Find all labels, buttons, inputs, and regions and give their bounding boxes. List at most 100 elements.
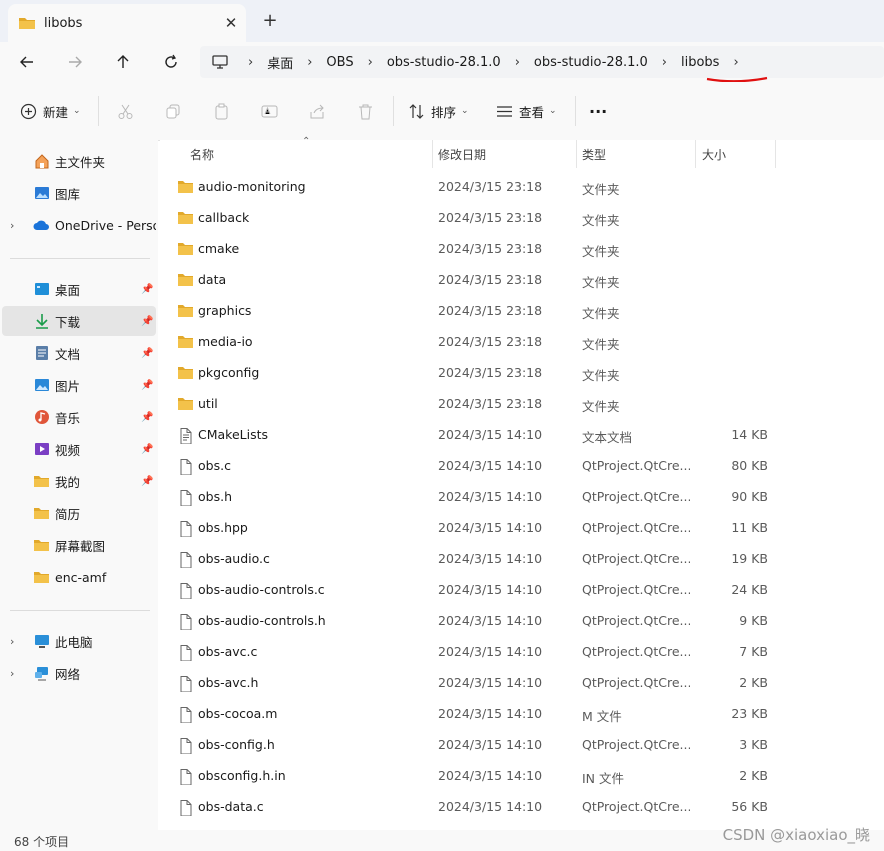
folder-icon	[177, 365, 194, 380]
sidebar-item-desktop[interactable]: 桌面 📌	[2, 274, 156, 304]
file-name: obs.hpp	[198, 520, 248, 535]
breadcrumb-separator[interactable]: ›	[307, 55, 312, 70]
cut-button[interactable]	[117, 99, 134, 123]
sidebar-item-onedrive[interactable]: › OneDrive - Perso	[2, 210, 156, 240]
sidebar-item-screenshots[interactable]: 屏幕截图	[2, 530, 156, 560]
sidebar-item-gallery[interactable]: 图库	[2, 178, 156, 208]
file-row[interactable]: obs-cocoa.m 2024/3/15 14:10 M 文件 23 KB	[160, 698, 884, 729]
file-row[interactable]: data 2024/3/15 23:18 文件夹	[160, 264, 884, 295]
column-divider[interactable]	[432, 140, 433, 168]
close-tab-button[interactable]: ✕	[216, 14, 246, 32]
file-row[interactable]: CMakeLists 2024/3/15 14:10 文本文档 14 KB	[160, 419, 884, 450]
more-options-button[interactable]: ···	[589, 99, 607, 123]
breadcrumb-separator[interactable]: ›	[368, 55, 373, 70]
file-name: obs-audio-controls.h	[198, 613, 326, 628]
column-divider[interactable]	[775, 140, 776, 168]
back-button[interactable]	[14, 50, 40, 74]
file-row[interactable]: obsconfig.h.in 2024/3/15 14:10 IN 文件 2 KB	[160, 760, 884, 791]
file-row[interactable]: obs-audio.c 2024/3/15 14:10 QtProject.QtCr…	[160, 543, 884, 574]
file-row[interactable]: obs-avc.h 2024/3/15 14:10 QtProject.QtCre.…	[160, 667, 884, 698]
sidebar-item-videos[interactable]: 视频 📌	[2, 434, 156, 464]
sort-button[interactable]: 排序 ⌄	[408, 99, 469, 123]
breadcrumb-obs-studio[interactable]: obs-studio-28.1.0	[387, 55, 501, 70]
file-row[interactable]: obs-audio-controls.h 2024/3/15 14:10 QtPro…	[160, 605, 884, 636]
file-date: 2024/3/15 14:10	[438, 582, 543, 597]
breadcrumb-separator[interactable]: ›	[515, 55, 520, 70]
paste-button[interactable]	[213, 99, 230, 123]
chevron-right-icon[interactable]: ›	[10, 635, 14, 648]
sidebar-item-music[interactable]: 音乐 📌	[2, 402, 156, 432]
file-icon	[177, 458, 194, 476]
chevron-right-icon[interactable]: ›	[10, 219, 14, 232]
breadcrumb-separator[interactable]: ›	[248, 55, 253, 70]
folder-icon	[177, 396, 194, 411]
address-bar[interactable]: › 桌面 › OBS › obs-studio-28.1.0 › obs-stu…	[200, 46, 884, 78]
forward-button[interactable]	[62, 50, 88, 74]
toolbar-divider	[393, 96, 394, 126]
file-date: 2024/3/15 23:18	[438, 210, 543, 225]
file-date: 2024/3/15 23:18	[438, 365, 543, 380]
file-date: 2024/3/15 14:10	[438, 551, 543, 566]
breadcrumb-separator[interactable]: ›	[733, 55, 738, 70]
file-type: QtProject.QtCre...	[582, 551, 690, 566]
breadcrumb-obs-studio-inner[interactable]: obs-studio-28.1.0	[534, 55, 648, 70]
file-row[interactable]: obs-audio-controls.c 2024/3/15 14:10 QtPro…	[160, 574, 884, 605]
sidebar-item-pictures[interactable]: 图片 📌	[2, 370, 156, 400]
column-size[interactable]: 大小	[702, 146, 726, 163]
file-row[interactable]: obs-avc.c 2024/3/15 14:10 QtProject.QtCre.…	[160, 636, 884, 667]
sidebar-item-mine[interactable]: 我的 📌	[2, 466, 156, 496]
sidebar-item-home[interactable]: 主文件夹	[2, 146, 156, 176]
new-tab-button[interactable]: +	[256, 8, 284, 34]
file-name: callback	[198, 210, 250, 225]
file-row[interactable]: graphics 2024/3/15 23:18 文件夹	[160, 295, 884, 326]
column-divider[interactable]	[695, 140, 696, 168]
file-row[interactable]: obs.c 2024/3/15 14:10 QtProject.QtCre... 80…	[160, 450, 884, 481]
column-name[interactable]: 名称	[190, 146, 214, 163]
rename-button[interactable]	[261, 99, 278, 123]
file-row[interactable]: audio-monitoring 2024/3/15 23:18 文件夹	[160, 171, 884, 202]
file-name: obs.h	[198, 489, 232, 504]
tab-libobs[interactable]: libobs ✕	[8, 4, 246, 42]
download-icon	[33, 313, 50, 330]
file-row[interactable]: cmake 2024/3/15 23:18 文件夹	[160, 233, 884, 264]
sidebar-item-enc-amf[interactable]: enc-amf	[2, 562, 156, 592]
column-divider[interactable]	[576, 140, 577, 168]
sidebar-item-network[interactable]: › 网络	[2, 658, 156, 688]
file-row[interactable]: util 2024/3/15 23:18 文件夹	[160, 388, 884, 419]
computer-icon[interactable]	[212, 55, 234, 69]
folder-icon	[33, 537, 50, 554]
breadcrumb-desktop[interactable]: 桌面	[267, 53, 293, 72]
file-date: 2024/3/15 23:18	[438, 303, 543, 318]
sidebar-item-resume[interactable]: 简历	[2, 498, 156, 528]
file-row[interactable]: obs-config.h 2024/3/15 14:10 QtProject.QtC…	[160, 729, 884, 760]
sidebar-item-downloads[interactable]: 下载 📌	[2, 306, 156, 336]
refresh-button[interactable]	[158, 50, 184, 74]
file-row[interactable]: obs.h 2024/3/15 14:10 QtProject.QtCre... 90…	[160, 481, 884, 512]
file-row[interactable]: media-io 2024/3/15 23:18 文件夹	[160, 326, 884, 357]
file-row[interactable]: obs.hpp 2024/3/15 14:10 QtProject.QtCre...…	[160, 512, 884, 543]
refresh-icon	[165, 54, 177, 68]
file-name: obs-config.h	[198, 737, 275, 752]
column-type[interactable]: 类型	[582, 146, 606, 163]
share-button[interactable]	[309, 99, 326, 123]
up-button[interactable]	[110, 50, 136, 74]
breadcrumb-obs[interactable]: OBS	[326, 55, 353, 70]
delete-button[interactable]	[357, 99, 374, 123]
sort-label: 排序	[431, 104, 457, 120]
breadcrumb-libobs[interactable]: libobs	[681, 55, 719, 70]
view-button[interactable]: 查看 ⌄	[496, 99, 557, 123]
sidebar-item-this-pc[interactable]: › 此电脑	[2, 626, 156, 656]
sidebar-item-documents[interactable]: 文档 📌	[2, 338, 156, 368]
chevron-right-icon[interactable]: ›	[10, 667, 14, 680]
new-button[interactable]: 新建 ⌄	[20, 99, 81, 123]
file-row[interactable]: callback 2024/3/15 23:18 文件夹	[160, 202, 884, 233]
copy-button[interactable]	[165, 99, 182, 123]
breadcrumb-separator[interactable]: ›	[662, 55, 667, 70]
file-date: 2024/3/15 23:18	[438, 179, 543, 194]
file-size: 3 KB	[739, 737, 768, 752]
file-row[interactable]: obs-data.c 2024/3/15 14:10 QtProject.QtCre…	[160, 791, 884, 822]
chevron-down-icon: ⌄	[461, 106, 469, 116]
file-row[interactable]: pkgconfig 2024/3/15 23:18 文件夹	[160, 357, 884, 388]
sort-icon	[409, 103, 424, 119]
column-date[interactable]: 修改日期	[438, 146, 486, 163]
